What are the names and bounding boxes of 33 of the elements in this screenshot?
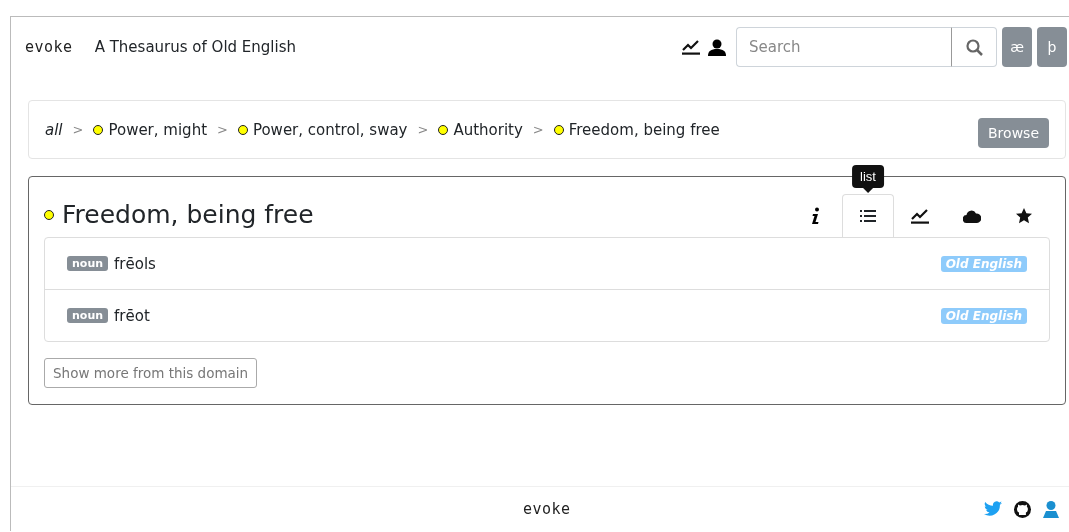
breadcrumb-link[interactable]: all [45, 120, 63, 139]
domain-title: Freedom, being free [62, 200, 314, 229]
cat-icon[interactable] [1014, 500, 1031, 518]
star-icon [1016, 208, 1032, 224]
breadcrumb-link[interactable]: Authority [453, 120, 523, 139]
separator: > [72, 122, 84, 137]
site-title: A Thesaurus of Old English [94, 38, 296, 56]
tooltip-arrow [863, 188, 873, 193]
list-icon [860, 209, 876, 223]
cloud-icon [963, 209, 981, 223]
search-button[interactable] [951, 27, 997, 67]
breadcrumb-link[interactable]: Freedom, being free [568, 120, 720, 139]
search-icon [965, 38, 983, 56]
logo[interactable]: evoke [25, 38, 73, 56]
separator: > [532, 122, 544, 137]
chart-icon [911, 208, 929, 224]
word-link[interactable]: frēot [114, 306, 150, 325]
user-icon[interactable] [708, 38, 726, 56]
chart-icon[interactable] [682, 39, 700, 55]
separator: > [217, 122, 228, 137]
show-more-button[interactable]: Show more from this domain [44, 358, 258, 388]
breadcrumb-link[interactable]: Power, control, sway [252, 120, 408, 139]
search-field[interactable]: Search [736, 27, 951, 67]
language-tag: Old English [940, 255, 1027, 272]
bird-icon[interactable] [984, 500, 1002, 516]
part-of-speech-tag: noun [67, 256, 109, 271]
word-link[interactable]: frēols [114, 254, 156, 273]
breadcrumb-link[interactable]: Power, might [108, 120, 207, 139]
footer-logo[interactable]: evoke [523, 500, 571, 518]
part-of-speech-tag: noun [67, 308, 109, 323]
language-tag: Old English [940, 307, 1027, 324]
info-icon [811, 207, 821, 225]
separator: > [417, 122, 429, 137]
